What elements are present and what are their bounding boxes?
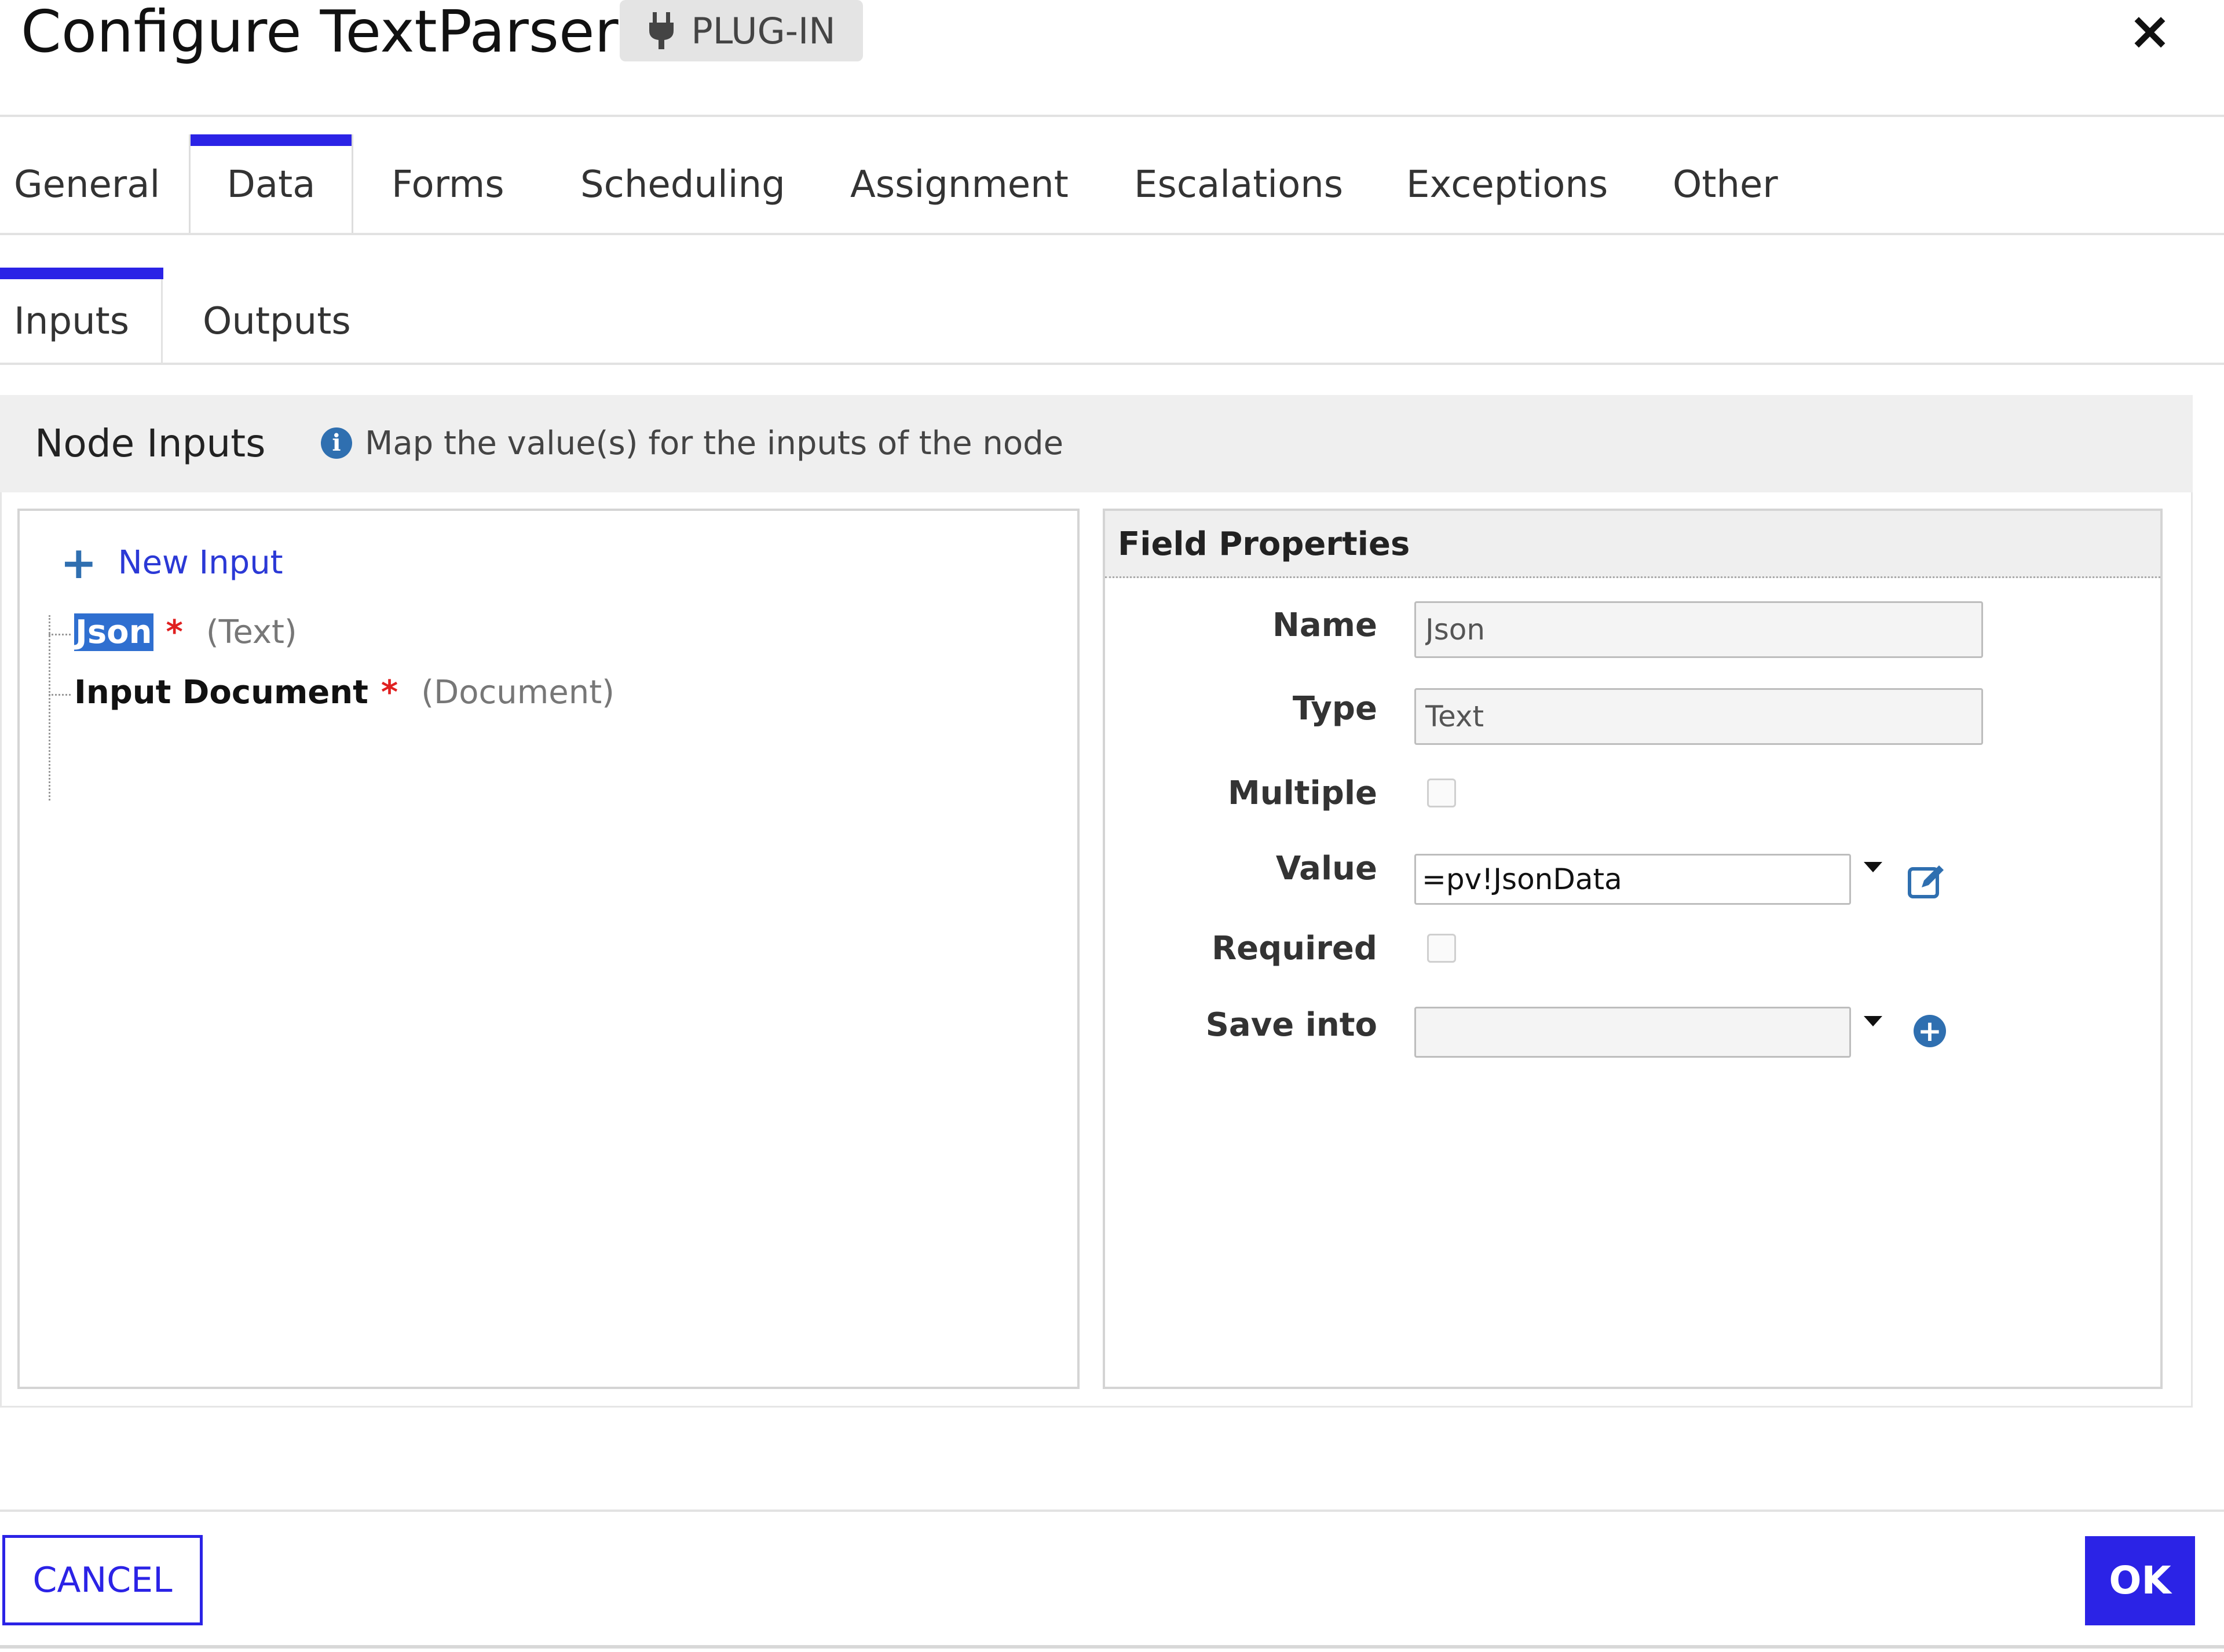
- tab-escalations[interactable]: Escalations: [1134, 134, 1343, 235]
- node-inputs-header: Node Inputs i Map the value(s) for the i…: [0, 395, 2193, 492]
- required-checkbox[interactable]: [1427, 934, 1456, 963]
- save-into-dropdown-chevron-down-icon[interactable]: [1864, 1016, 1882, 1026]
- tree-item-type: (Document): [421, 674, 615, 711]
- tab-data[interactable]: Data: [189, 134, 353, 235]
- plus-icon: +: [60, 537, 97, 589]
- required-marker: *: [166, 613, 183, 651]
- required-marker: *: [381, 674, 398, 711]
- subtab-divider: [161, 279, 163, 364]
- tree-item-input-document[interactable]: Input Document * (Document): [74, 670, 614, 716]
- field-properties-title: Field Properties: [1118, 525, 1410, 563]
- value-field[interactable]: [1414, 854, 1851, 905]
- new-input-button[interactable]: + New Input: [60, 540, 283, 586]
- subtabs-divider: [0, 363, 2224, 365]
- inputs-tree-panel: + New Input Json * (Text) Input Document * (…: [17, 509, 1080, 1389]
- tab-exceptions[interactable]: Exceptions: [1406, 134, 1608, 235]
- field-properties-panel: Field Properties Name Type Multiple Valu…: [1103, 509, 2163, 1389]
- required-label: Required: [1212, 930, 1377, 967]
- header-divider: [0, 115, 2224, 117]
- tabs-divider: [0, 233, 2224, 235]
- edit-expression-icon[interactable]: [1907, 861, 1947, 901]
- tab-scheduling[interactable]: Scheduling: [580, 134, 785, 235]
- close-icon[interactable]: ×: [2127, 5, 2173, 57]
- tree-item-json[interactable]: Json * (Text): [74, 609, 297, 656]
- type-field[interactable]: [1414, 688, 1983, 745]
- tree-connector: [49, 694, 71, 696]
- multiple-label: Multiple: [1227, 774, 1377, 812]
- tab-assignment[interactable]: Assignment: [850, 134, 1069, 235]
- multiple-checkbox[interactable]: [1427, 779, 1456, 807]
- new-input-label: New Input: [118, 544, 283, 582]
- tree-item-name: Json: [74, 613, 153, 651]
- node-inputs-title: Node Inputs: [35, 421, 266, 466]
- tab-general[interactable]: General: [14, 134, 160, 235]
- subtab-inputs[interactable]: Inputs: [14, 279, 129, 364]
- subtab-outputs[interactable]: Outputs: [203, 279, 351, 364]
- cancel-button[interactable]: CANCEL: [2, 1535, 203, 1625]
- node-inputs-info: Map the value(s) for the inputs of the n…: [365, 425, 1064, 462]
- type-label: Type: [1292, 690, 1377, 728]
- dialog-title: Configure TextParser: [21, 0, 619, 65]
- info-icon: i: [321, 427, 352, 459]
- save-into-field[interactable]: [1414, 1007, 1851, 1058]
- subtab-active-indicator: [0, 268, 163, 279]
- configure-dialog: Configure TextParser PLUG-IN × General D…: [0, 0, 2224, 1652]
- field-properties-header: Field Properties: [1105, 511, 2160, 578]
- footer-divider: [0, 1510, 2224, 1512]
- tree-item-name: Input Document: [74, 674, 368, 711]
- ok-button[interactable]: OK: [2085, 1536, 2195, 1625]
- save-into-label: Save into: [1205, 1006, 1377, 1044]
- value-dropdown-chevron-down-icon[interactable]: [1864, 862, 1882, 872]
- plug-icon: [649, 12, 674, 49]
- tree-item-type: (Text): [206, 613, 297, 651]
- tree-connector: [49, 615, 50, 801]
- plugin-badge: PLUG-IN: [620, 0, 863, 61]
- tab-forms[interactable]: Forms: [392, 134, 504, 235]
- name-label: Name: [1272, 606, 1377, 644]
- value-label: Value: [1275, 850, 1377, 887]
- plugin-badge-label: PLUG-IN: [691, 9, 836, 52]
- tab-other[interactable]: Other: [1673, 134, 1778, 235]
- bottom-edge: [0, 1645, 2224, 1649]
- add-circle-icon[interactable]: +: [1914, 1015, 1946, 1047]
- tree-connector: [49, 634, 71, 635]
- name-field[interactable]: [1414, 601, 1983, 658]
